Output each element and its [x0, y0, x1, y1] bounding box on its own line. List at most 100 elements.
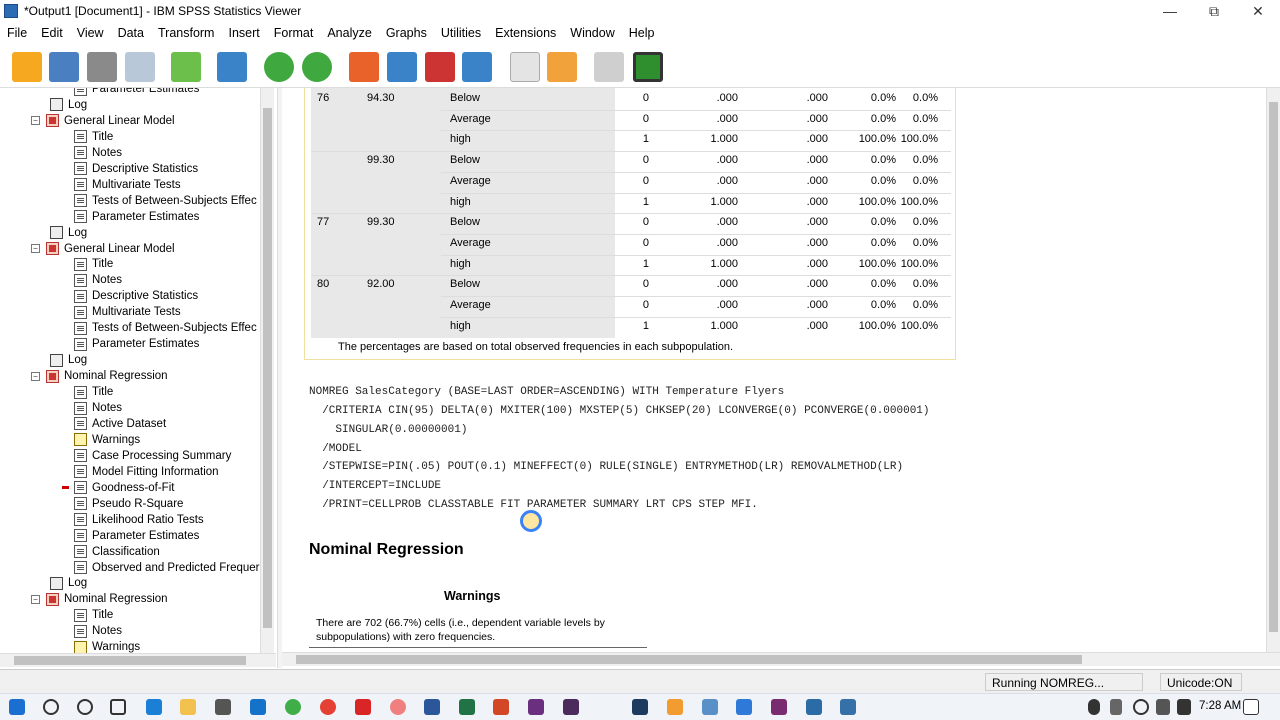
outline-item[interactable]: Parameter Estimates	[74, 528, 199, 544]
insert-output-icon[interactable]	[510, 52, 540, 82]
mail-icon[interactable]	[250, 699, 266, 715]
onenote-icon[interactable]	[528, 699, 544, 715]
recycle-app-icon[interactable]	[285, 699, 301, 715]
outline-item[interactable]: Classification	[74, 544, 160, 560]
notification-icon[interactable]	[1243, 699, 1259, 715]
outline-vertical-scrollbar[interactable]	[260, 88, 274, 653]
outline-item[interactable]: Notes	[74, 272, 122, 288]
zoom-icon[interactable]	[736, 699, 752, 715]
outline-item[interactable]: Descriptive Statistics	[74, 288, 198, 304]
photoshop-icon[interactable]	[632, 699, 648, 715]
outline-item[interactable]: Observed and Predicted Frequer	[74, 560, 259, 576]
menu-utilities[interactable]: Utilities	[434, 22, 488, 44]
menu-format[interactable]: Format	[267, 22, 321, 44]
keyboard-icon[interactable]	[1177, 699, 1191, 715]
goto-variable-icon[interactable]	[425, 52, 455, 82]
collapse-toggle-icon[interactable]: −	[31, 244, 40, 253]
outline-item[interactable]: − General Linear Model	[31, 113, 175, 129]
acrobat-icon[interactable]	[355, 699, 371, 715]
outline-item[interactable]: Goodness-of-Fit	[62, 480, 174, 496]
collapse-toggle-icon[interactable]: −	[31, 371, 40, 381]
chrome-icon[interactable]	[320, 699, 336, 715]
premiere-icon[interactable]	[563, 699, 579, 715]
content-vertical-scrollbar[interactable]	[1266, 88, 1280, 653]
content-hscroll-thumb[interactable]	[296, 655, 1082, 664]
outline-item[interactable]: Parameter Estimates	[74, 88, 199, 97]
outline-item[interactable]: Title	[74, 129, 113, 145]
outline-item[interactable]: Title	[74, 256, 113, 272]
menu-graphs[interactable]: Graphs	[379, 22, 434, 44]
close-button[interactable]: ✕	[1236, 0, 1280, 22]
content-scroll-thumb[interactable]	[1269, 102, 1278, 632]
outline-item[interactable]: Tests of Between-Subjects Effec	[74, 320, 257, 336]
add-icon[interactable]	[633, 52, 663, 82]
variables-icon[interactable]	[462, 52, 492, 82]
app-icon[interactable]	[390, 699, 406, 715]
minimize-button[interactable]: —	[1148, 0, 1192, 22]
insert-text-icon[interactable]	[547, 52, 577, 82]
menu-help[interactable]: Help	[622, 22, 662, 44]
menu-file[interactable]: File	[0, 22, 34, 44]
open-folder-icon[interactable]	[12, 52, 42, 82]
menu-view[interactable]: View	[70, 22, 111, 44]
word-icon[interactable]	[424, 699, 440, 715]
outline-item[interactable]: Notes	[74, 400, 122, 416]
menu-insert[interactable]: Insert	[221, 22, 266, 44]
outline-horizontal-scrollbar[interactable]	[0, 653, 276, 667]
collapse-toggle-icon[interactable]: −	[31, 116, 40, 126]
powerpoint-icon[interactable]	[493, 699, 509, 715]
menu-transform[interactable]: Transform	[151, 22, 222, 44]
content-horizontal-scrollbar[interactable]	[282, 652, 1280, 666]
windows-start-icon[interactable]	[9, 699, 25, 715]
outline-item[interactable]: Likelihood Ratio Tests	[74, 512, 204, 528]
window-app-icon[interactable]	[806, 699, 822, 715]
goto-case-icon[interactable]	[387, 52, 417, 82]
spss-task-icon[interactable]	[702, 699, 718, 715]
outline-item[interactable]: Notes	[74, 145, 122, 161]
recall-dialog-icon[interactable]	[217, 52, 247, 82]
menu-analyze[interactable]: Analyze	[320, 22, 378, 44]
outline-item[interactable]: Model Fitting Information	[74, 464, 219, 480]
file-explorer-icon[interactable]	[180, 699, 196, 715]
outline-item[interactable]: Notes	[74, 623, 122, 639]
outline-item[interactable]: Case Processing Summary	[74, 448, 231, 464]
menu-data[interactable]: Data	[111, 22, 151, 44]
outline-item[interactable]: Log	[50, 352, 87, 368]
outline-item[interactable]: Multivariate Tests	[74, 304, 181, 320]
outline-item[interactable]: Multivariate Tests	[74, 177, 181, 193]
undo-icon[interactable]	[264, 52, 294, 82]
vlc-icon[interactable]	[667, 699, 683, 715]
outline-item[interactable]: − Nominal Regression	[31, 368, 168, 384]
store-icon[interactable]	[215, 699, 231, 715]
network-icon[interactable]	[1133, 699, 1149, 715]
outline-item[interactable]: − Nominal Regression	[31, 591, 168, 607]
outline-item[interactable]: Log	[50, 575, 87, 591]
menu-extensions[interactable]: Extensions	[488, 22, 563, 44]
outline-item[interactable]: Parameter Estimates	[74, 336, 199, 352]
outline-item[interactable]: Log	[50, 97, 87, 113]
spss-viewer-task-icon[interactable]	[840, 699, 856, 715]
menu-edit[interactable]: Edit	[34, 22, 70, 44]
export-icon[interactable]	[171, 52, 201, 82]
restore-button[interactable]: ⧉	[1192, 0, 1236, 22]
camtasia-icon[interactable]	[771, 699, 787, 715]
print-preview-icon[interactable]	[125, 52, 155, 82]
outline-item[interactable]: Tests of Between-Subjects Effec	[74, 193, 257, 209]
goto-data-icon[interactable]	[349, 52, 379, 82]
outline-item[interactable]: Parameter Estimates	[74, 209, 199, 225]
outline-item[interactable]: Log	[50, 225, 87, 241]
outline-item[interactable]: Pseudo R-Square	[74, 496, 183, 512]
cortana-icon[interactable]	[77, 699, 93, 715]
menu-window[interactable]: Window	[563, 22, 621, 44]
chevron-up-icon[interactable]	[1064, 699, 1076, 715]
outline-item[interactable]: Title	[74, 607, 113, 623]
outline-item[interactable]: Title	[74, 384, 113, 400]
outline-item[interactable]: Descriptive Statistics	[74, 161, 198, 177]
task-view-icon[interactable]	[110, 699, 126, 715]
print-icon[interactable]	[87, 52, 117, 82]
edge-icon[interactable]	[146, 699, 162, 715]
excel-icon[interactable]	[459, 699, 475, 715]
microphone-icon[interactable]	[1088, 699, 1100, 715]
outline-item[interactable]: Warnings	[74, 639, 140, 653]
outline-item[interactable]: Warnings	[74, 432, 140, 448]
